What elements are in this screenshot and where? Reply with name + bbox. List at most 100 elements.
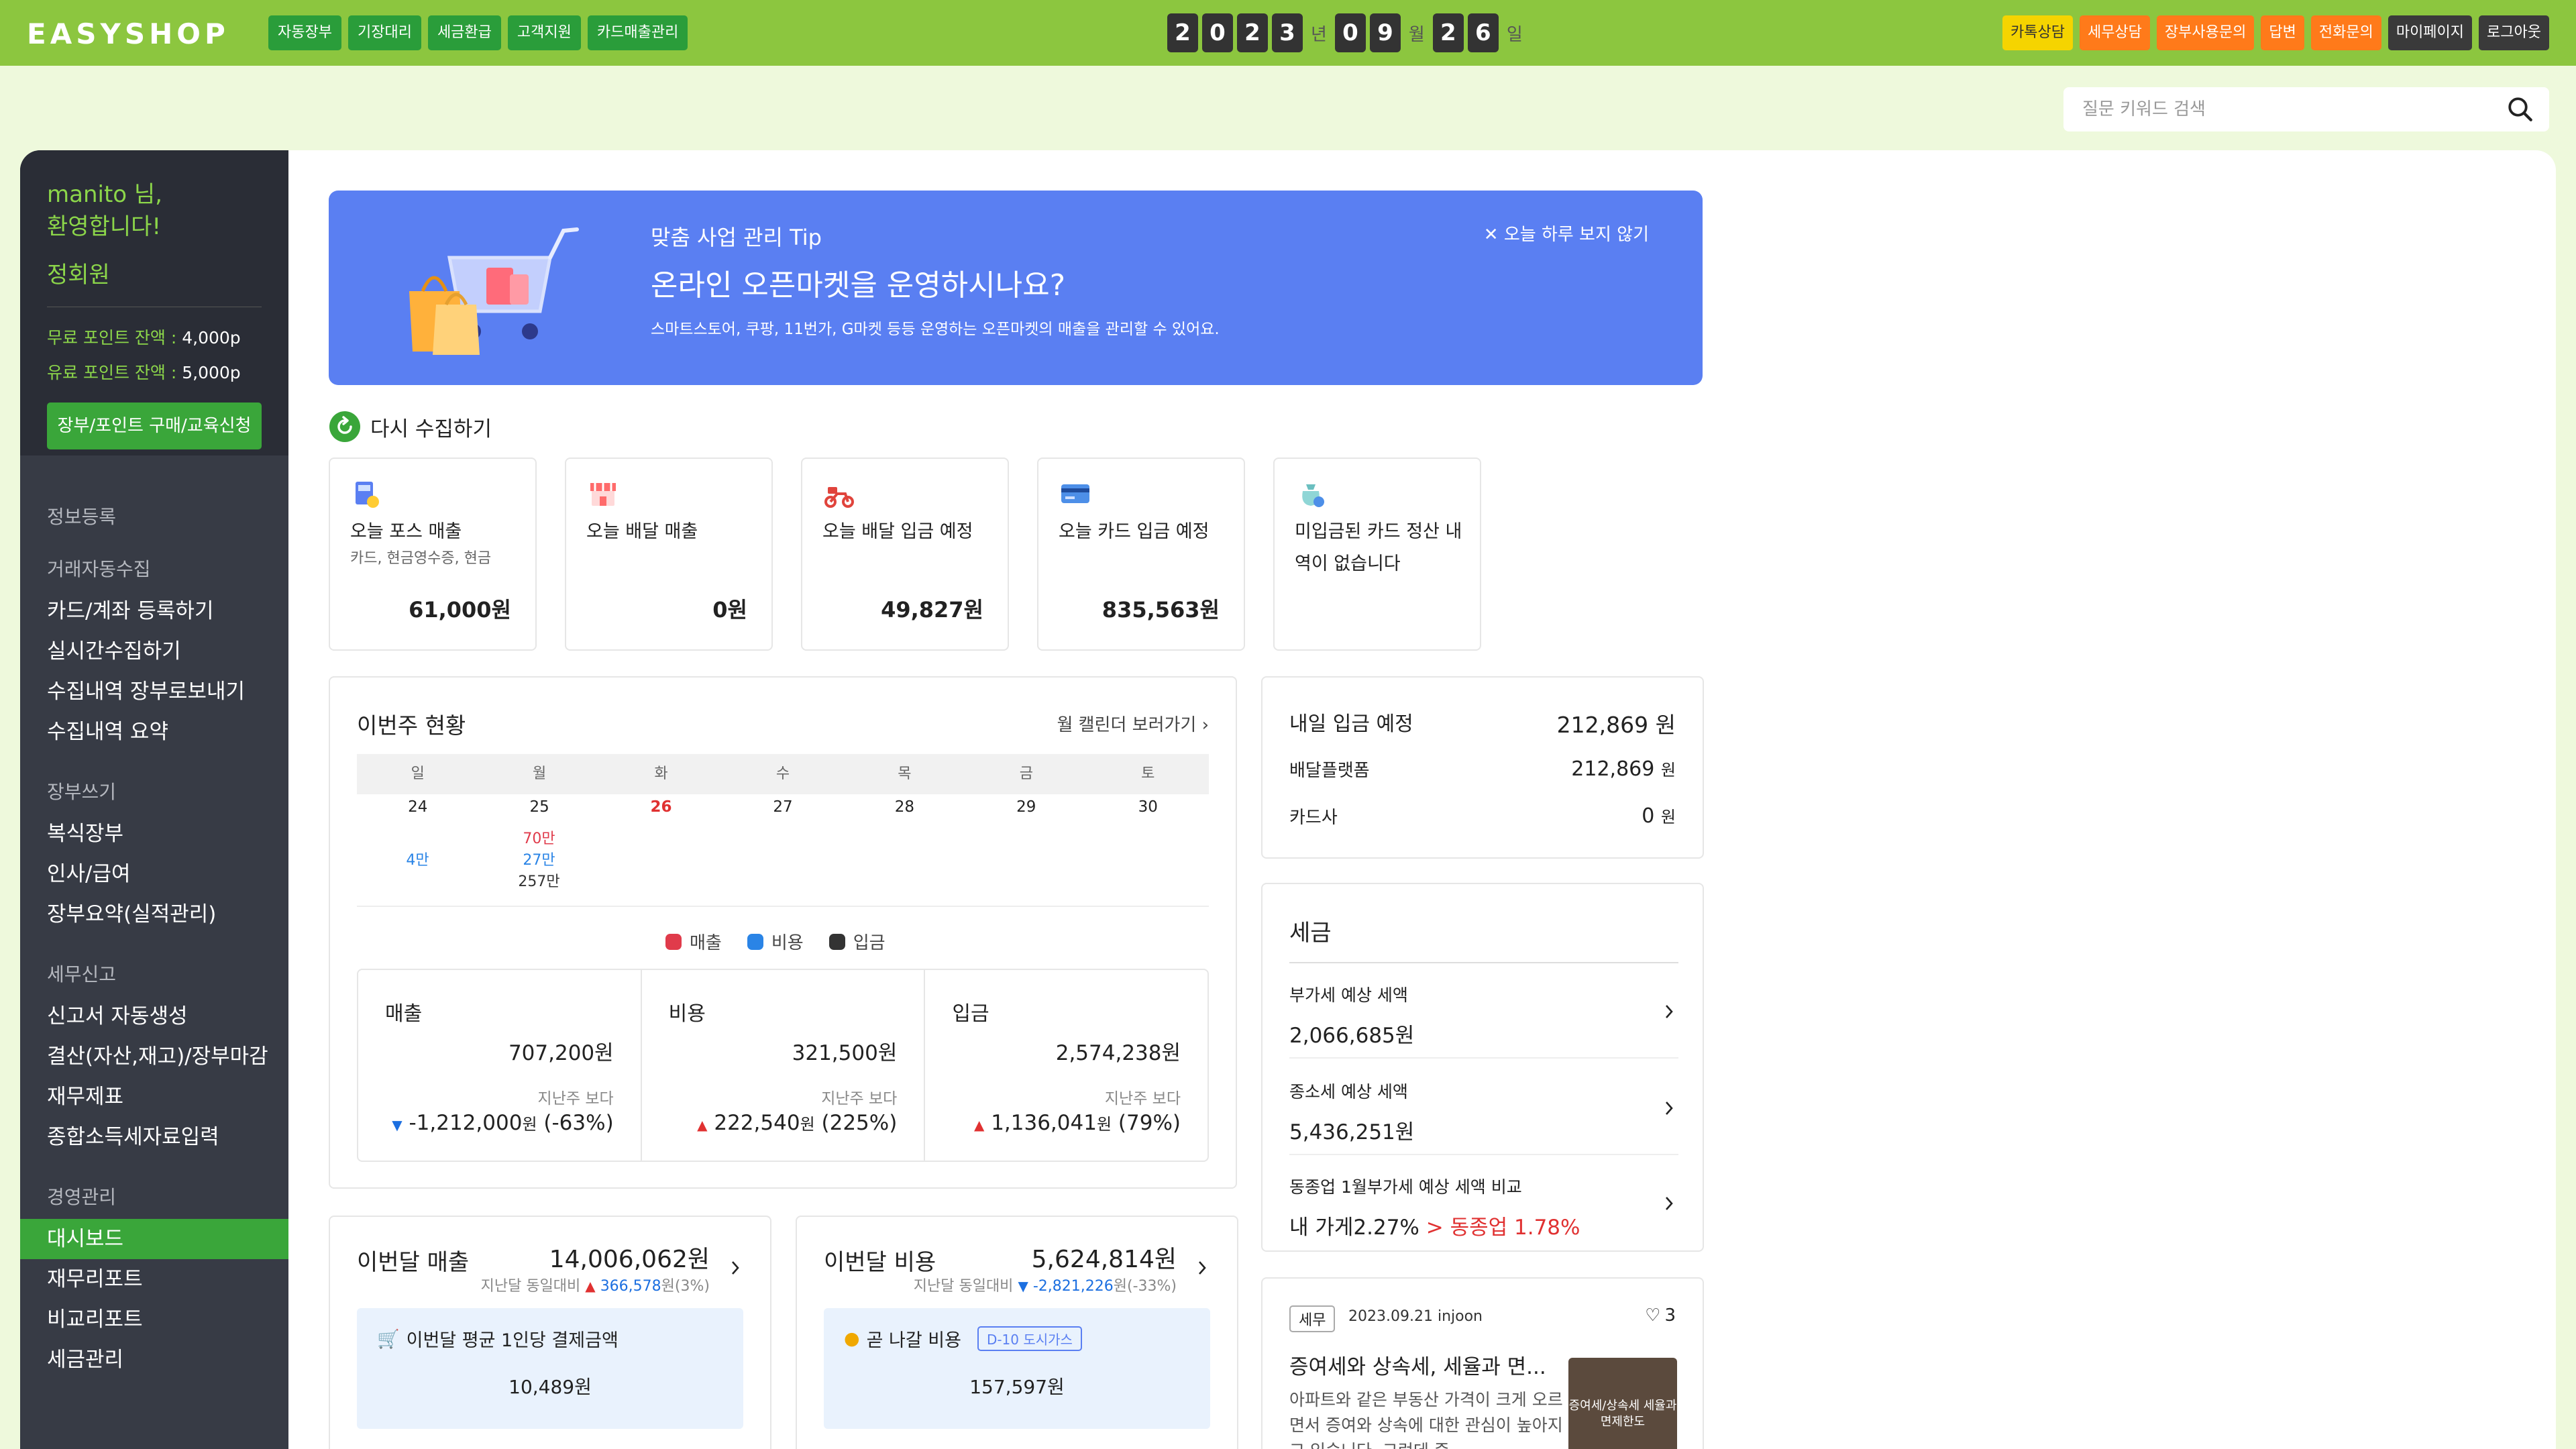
stat-card-unpaid-card[interactable]: 미입금된 카드 정산 내역이 없습니다 bbox=[1273, 458, 1481, 651]
buy-points-button[interactable]: 장부/포인트 구매/교육신청 bbox=[47, 402, 262, 449]
weekday: 일 bbox=[411, 765, 425, 782]
stat-card-delivery-deposit[interactable]: 오늘 배달 입금 예정 49,827원 bbox=[801, 458, 1009, 651]
up-triangle-icon: ▲ bbox=[973, 1117, 985, 1133]
topnav-item-support[interactable]: 고객지원 bbox=[507, 15, 581, 50]
answer-button[interactable]: 답변 bbox=[2261, 15, 2304, 50]
peer-vat-compare-item[interactable]: 동종업 1월부가세 예상 세액 비교 내 가게2.27% > 동종업 1.78% bbox=[1289, 1174, 1678, 1240]
coin-icon: ● bbox=[844, 1328, 860, 1349]
delta-unit: 원 bbox=[1096, 1115, 1112, 1134]
sidebar-item[interactable]: 장부요약(실적관리) bbox=[20, 894, 288, 934]
ledger-inquiry-button[interactable]: 장부사용문의 bbox=[2156, 15, 2255, 50]
month-cost-title: 이번달 비용 bbox=[824, 1249, 936, 1276]
tomorrow-deposit-card: 내일 입금 예정 212,869 원 배달플랫폼 212,869 원 카드사 0… bbox=[1261, 676, 1704, 859]
stat-card-delivery-sales[interactable]: 오늘 배달 매출 0원 bbox=[565, 458, 773, 651]
tomorrow-total-value: 212,869 bbox=[1556, 712, 1649, 738]
delta-value: -1,212,000 bbox=[409, 1111, 523, 1135]
calendar-date[interactable]: 27 bbox=[722, 798, 843, 816]
sidebar-item[interactable]: 대시보드 bbox=[20, 1219, 288, 1259]
stat-card-card-deposit[interactable]: 오늘 카드 입금 예정 835,563원 bbox=[1037, 458, 1245, 651]
sidebar-item[interactable]: 재무리포트 bbox=[20, 1259, 288, 1299]
search-icon[interactable] bbox=[2506, 95, 2534, 123]
phone-inquiry-button[interactable]: 전화문의 bbox=[2310, 15, 2381, 50]
sidebar-item[interactable]: 수집내역 장부로보내기 bbox=[20, 672, 288, 712]
stat-card-pos-sales[interactable]: 오늘 포스 매출 카드, 현금영수증, 현금 61,000원 bbox=[329, 458, 537, 651]
sidebar-item[interactable]: 인사/급여 bbox=[20, 854, 288, 894]
recollect-button[interactable]: 다시 수집하기 bbox=[329, 411, 492, 443]
summary-label: 매출 bbox=[385, 1002, 423, 1026]
month-sales-card[interactable]: 이번달 매출 14,006,062원 지난달 동일대비 ▲ 366,578원(3… bbox=[329, 1216, 771, 1449]
sidebar-item[interactable]: 신고서 자동생성 bbox=[20, 996, 288, 1036]
sidebar-item[interactable]: 복식장부 bbox=[20, 814, 288, 854]
delta-unit: 원 bbox=[661, 1278, 675, 1295]
tomorrow-title: 내일 입금 예정 bbox=[1289, 712, 1413, 736]
kakao-consult-button[interactable]: 카톡상담 bbox=[2002, 15, 2073, 50]
store-icon bbox=[590, 483, 616, 506]
topnav-item-tax-refund[interactable]: 세금환급 bbox=[427, 15, 501, 50]
due-date-badge: D-10 도시가스 bbox=[977, 1326, 1082, 1351]
cost-amount: 4만 bbox=[406, 852, 429, 869]
sidebar-item[interactable]: 수집내역 요약 bbox=[20, 712, 288, 752]
banner-close-button[interactable]: ✕ 오늘 하루 보지 않기 bbox=[1484, 221, 1649, 246]
top-nav: 자동장부 기장대리 세금환급 고객지원 카드매출관리 bbox=[268, 15, 688, 50]
stat-value: 61,000원 bbox=[409, 597, 511, 623]
sidebar-item[interactable]: 세금관리 bbox=[20, 1340, 288, 1380]
tomorrow-row-label: 배달플랫폼 bbox=[1289, 761, 1370, 781]
summary-delta: ▼ -1,212,000원 (-63%) bbox=[392, 1111, 613, 1135]
banner-close-label: 오늘 하루 보지 않기 bbox=[1503, 225, 1649, 245]
stat-title: 오늘 배달 입금 예정 bbox=[822, 521, 973, 542]
logo[interactable]: EASYSHOP bbox=[27, 17, 229, 50]
summary-delta: ▲ 1,136,041원 (79%) bbox=[974, 1111, 1181, 1135]
up-triangle-icon: ▲ bbox=[585, 1278, 596, 1294]
topnav-item-card-sales[interactable]: 카드매출관리 bbox=[587, 15, 688, 50]
sidebar-item[interactable]: 비교리포트 bbox=[20, 1299, 288, 1340]
sidebar-item[interactable]: 카드/계좌 등록하기 bbox=[20, 591, 288, 631]
sunday-amounts: 4만 bbox=[357, 828, 478, 871]
weekday: 금 bbox=[1019, 765, 1033, 782]
mypage-button[interactable]: 마이페이지 bbox=[2387, 15, 2473, 50]
chevron-right-icon bbox=[1666, 1197, 1673, 1210]
upcoming-cost-box: ● 곧 나갈 비용 D-10 도시가스 157,597원 bbox=[824, 1308, 1210, 1429]
search-input[interactable] bbox=[2082, 97, 2485, 122]
article-card[interactable]: 세무 2023.09.21 injoon ♡ 3 증여세와 상속세, 세율과 면.… bbox=[1261, 1277, 1704, 1449]
sidebar-item[interactable]: 실시간수집하기 bbox=[20, 631, 288, 672]
calendar-date[interactable]: 25 bbox=[478, 798, 600, 816]
chevron-right-icon bbox=[1666, 1102, 1673, 1115]
month-sales-compare: 지난달 동일대비 ▲ 366,578원(3%) bbox=[481, 1274, 710, 1295]
income-tax-estimate-item[interactable]: 종소세 예상 세액 5,436,251원 bbox=[1289, 1079, 1678, 1145]
tomorrow-row-amount: 0 원 bbox=[1642, 804, 1676, 828]
like-button[interactable]: ♡ 3 bbox=[1645, 1305, 1676, 1326]
sidebar-item[interactable]: 결산(자산,재고)/장부마감 bbox=[20, 1036, 288, 1077]
tax-consult-button[interactable]: 세무상담 bbox=[2079, 15, 2150, 50]
free-points-label: 무료 포인트 잔액 : bbox=[47, 328, 177, 347]
month-calendar-link[interactable]: 월 캘린더 보러가기 › bbox=[1057, 711, 1209, 736]
calendar-date[interactable]: 28 bbox=[844, 798, 965, 816]
summary-compare: 지난주 보다 bbox=[821, 1090, 898, 1108]
stat-title: 미입금된 카드 정산 내역이 없습니다 bbox=[1295, 521, 1462, 574]
topnav-item-auto-ledger[interactable]: 자동장부 bbox=[268, 15, 341, 50]
month-cost-card[interactable]: 이번달 비용 5,624,814원 지난달 동일대비 ▼ -2,821,226원… bbox=[796, 1216, 1238, 1449]
tax-card: 세금 부가세 예상 세액 2,066,685원 종소세 예상 세액 5,436,… bbox=[1261, 883, 1704, 1252]
calendar-date[interactable]: 24 bbox=[357, 798, 478, 816]
calendar-date-today[interactable]: 26 bbox=[600, 798, 722, 816]
sidebar-section-header[interactable]: 정보등록 bbox=[20, 502, 288, 529]
logout-button[interactable]: 로그아웃 bbox=[2479, 15, 2549, 50]
paid-points-label: 유료 포인트 잔액 : bbox=[47, 363, 177, 382]
sidebar-item[interactable]: 재무제표 bbox=[20, 1077, 288, 1117]
down-triangle-icon: ▼ bbox=[392, 1117, 402, 1133]
scooter-icon bbox=[824, 487, 854, 508]
down-triangle-icon: ▼ bbox=[1018, 1278, 1028, 1294]
calendar-date[interactable]: 29 bbox=[965, 798, 1087, 816]
delta-pct: (-63%) bbox=[543, 1111, 614, 1135]
topnav-item-bookkeeping[interactable]: 기장대리 bbox=[347, 15, 421, 50]
delta-unit: 원 bbox=[1113, 1278, 1127, 1295]
sidebar-section-header: 세무신고 bbox=[47, 963, 117, 985]
recollect-label: 다시 수집하기 bbox=[370, 417, 492, 441]
delta-pct: (225%) bbox=[821, 1111, 898, 1135]
weekday: 수 bbox=[775, 765, 790, 782]
legend-label: 매출 bbox=[690, 933, 722, 953]
vat-estimate-item[interactable]: 부가세 예상 세액 2,066,685원 bbox=[1289, 982, 1678, 1049]
sidebar-item[interactable]: 종합소득세자료입력 bbox=[20, 1117, 288, 1157]
summary-label: 입금 bbox=[952, 1002, 989, 1026]
calendar-date[interactable]: 30 bbox=[1087, 798, 1209, 816]
summary-compare: 지난주 보다 bbox=[537, 1090, 614, 1108]
